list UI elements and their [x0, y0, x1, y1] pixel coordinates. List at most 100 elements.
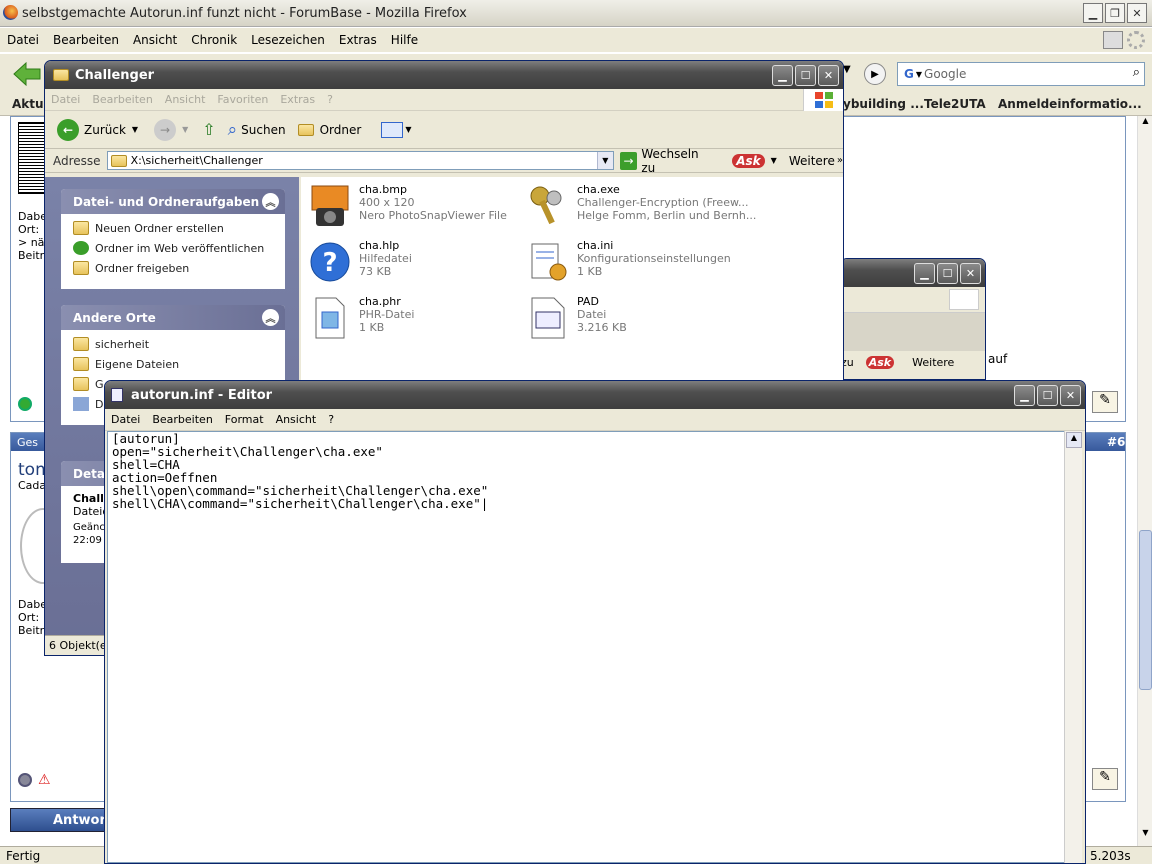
search-icon[interactable]: ⌕: [1133, 65, 1140, 80]
more-button[interactable]: Weitere: [789, 154, 835, 168]
chevron-icon[interactable]: »: [837, 155, 843, 166]
file-name: cha.phr: [359, 295, 401, 308]
reply-button[interactable]: Antwor: [10, 808, 106, 832]
menu-datei[interactable]: Datei: [111, 413, 140, 426]
minimize-icon[interactable]: ▁: [914, 263, 935, 284]
minimize-icon[interactable]: ▁: [1014, 385, 1035, 406]
ask-logo[interactable]: Ask: [865, 355, 895, 369]
toolbar-customize-icon[interactable]: [1103, 31, 1123, 49]
bookmark-item[interactable]: ybuilding ...: [843, 97, 924, 111]
back-dropdown-icon[interactable]: ▼: [132, 125, 138, 134]
scroll-up-icon[interactable]: ▲: [1066, 432, 1082, 448]
file-name: cha.hlp: [359, 239, 400, 252]
menu-datei[interactable]: Datei: [7, 33, 39, 47]
warning-icon[interactable]: ⚠: [38, 772, 54, 788]
menu-ansicht[interactable]: Ansicht: [165, 93, 206, 106]
file-item[interactable]: cha.bmp 400 x 120 Nero PhotoSnapViewer Fil…: [307, 183, 507, 229]
go-button[interactable]: Wechseln zu: [641, 147, 714, 175]
close-icon[interactable]: ✕: [818, 65, 839, 86]
file-item[interactable]: cha.phr PHR-Datei 1 KB: [307, 295, 414, 341]
file-item[interactable]: PAD Datei 3.216 KB: [525, 295, 627, 341]
bookmark-item[interactable]: Anmeldeinformatio...: [998, 97, 1142, 111]
edit-post-icon[interactable]: ✎: [1092, 768, 1118, 790]
address-input[interactable]: X:\sicherheit\Challenger ▼: [106, 151, 614, 170]
place-label: G: [95, 377, 104, 391]
views-dropdown-icon[interactable]: ▼: [405, 125, 411, 134]
search-button[interactable]: Suchen: [241, 123, 285, 137]
search-box[interactable]: G ▼ Google ⌕: [897, 62, 1145, 86]
close-icon[interactable]: ✕: [1060, 385, 1081, 406]
menu-bearbeiten[interactable]: Bearbeiten: [53, 33, 119, 47]
menu-ansicht[interactable]: Ansicht: [276, 413, 317, 426]
menu-ansicht[interactable]: Ansicht: [133, 33, 177, 47]
search-icon[interactable]: ⌕: [228, 120, 238, 140]
menu-bearbeiten[interactable]: Bearbeiten: [92, 93, 152, 106]
file-item[interactable]: cha.exe Challenger-Encryption (Freew... He…: [525, 183, 756, 229]
file-detail: Hilfedatei: [359, 252, 412, 265]
user-info-line: Ort:: [18, 223, 40, 236]
back-arrow-icon[interactable]: [12, 61, 42, 87]
place-my-documents[interactable]: Eigene Dateien: [61, 354, 285, 374]
menu-chronik[interactable]: Chronik: [191, 33, 237, 47]
task-new-folder[interactable]: Neuen Ordner erstellen: [61, 218, 285, 238]
search-input[interactable]: Google: [924, 67, 966, 81]
search-engine-dropdown-icon[interactable]: ▼: [916, 70, 922, 79]
menu-help[interactable]: ?: [327, 93, 333, 106]
views-icon[interactable]: [381, 121, 404, 138]
firefox-menu-bar: Datei Bearbeiten Ansicht Chronik Lesezei…: [0, 28, 1152, 52]
menu-format[interactable]: Format: [225, 413, 264, 426]
menu-favoriten[interactable]: Favoriten: [217, 93, 268, 106]
other-places-header[interactable]: Andere Orte ︽: [61, 305, 285, 330]
ask-dropdown-icon[interactable]: ▼: [771, 156, 777, 165]
close-icon[interactable]: ✕: [960, 263, 981, 284]
file-tasks-panel: Datei- und Ordneraufgaben ︽ Neuen Ordner…: [61, 189, 285, 289]
firefox-window-title: selbstgemachte Autorun.inf funzt nicht -…: [22, 5, 467, 21]
place-sicherheit[interactable]: sicherheit: [61, 334, 285, 354]
menu-lesezeichen[interactable]: Lesezeichen: [251, 33, 325, 47]
folders-button[interactable]: Ordner: [320, 123, 362, 137]
more-button[interactable]: Weitere: [912, 356, 954, 369]
collapse-icon[interactable]: ︽: [262, 309, 279, 326]
menu-datei[interactable]: Datei: [51, 93, 80, 106]
menu-extras[interactable]: Extras: [339, 33, 377, 47]
scroll-down-icon[interactable]: ▼: [1139, 828, 1152, 843]
post-number[interactable]: #6: [1107, 435, 1125, 449]
collapse-icon[interactable]: ︽: [262, 193, 279, 210]
forward-dropdown-icon[interactable]: ▼: [182, 125, 188, 134]
back-icon[interactable]: ←: [57, 118, 79, 141]
ask-logo[interactable]: Ask: [732, 153, 765, 168]
back-button[interactable]: Zurück: [84, 123, 126, 137]
go-icon[interactable]: ▶: [864, 63, 886, 85]
share-folder-icon: [73, 261, 89, 275]
dropdown-arrow-icon[interactable]: ▼: [843, 64, 857, 82]
scroll-thumb[interactable]: [1139, 530, 1152, 690]
page-scrollbar[interactable]: ▲ ▼: [1137, 116, 1152, 846]
minimize-icon[interactable]: ▁: [772, 65, 793, 86]
restore-icon[interactable]: ❐: [1105, 3, 1125, 23]
bookmark-item[interactable]: Tele2UTA: [924, 97, 986, 111]
forward-icon[interactable]: →: [154, 118, 177, 141]
scroll-up-icon[interactable]: ▲: [1139, 116, 1152, 131]
folders-icon[interactable]: [297, 123, 314, 136]
minimize-icon[interactable]: ▁: [1083, 3, 1103, 23]
menu-extras[interactable]: Extras: [280, 93, 315, 106]
maximize-icon[interactable]: ☐: [937, 263, 958, 284]
file-tasks-header[interactable]: Datei- und Ordneraufgaben ︽: [61, 189, 285, 214]
address-dropdown-icon[interactable]: ▼: [596, 152, 613, 169]
close-icon[interactable]: ✕: [1127, 3, 1147, 23]
task-share-folder[interactable]: Ordner freigeben: [61, 258, 285, 278]
explorer2-menu: [841, 287, 985, 313]
up-folder-icon[interactable]: ⇧: [202, 120, 215, 139]
go-arrow-icon[interactable]: →: [619, 151, 638, 170]
edit-post-icon[interactable]: ✎: [1092, 391, 1118, 413]
editor-scrollbar[interactable]: ▲: [1064, 431, 1082, 863]
task-publish-web[interactable]: Ordner im Web veröffentlichen: [61, 238, 285, 258]
menu-hilfe[interactable]: Hilfe: [391, 33, 418, 47]
maximize-icon[interactable]: ☐: [795, 65, 816, 86]
menu-help[interactable]: ?: [328, 413, 334, 426]
menu-bearbeiten[interactable]: Bearbeiten: [152, 413, 212, 426]
maximize-icon[interactable]: ☐: [1037, 385, 1058, 406]
file-item[interactable]: ? cha.hlp Hilfedatei 73 KB: [307, 239, 412, 285]
file-item[interactable]: cha.ini Konfigurationseinstellungen 1 KB: [525, 239, 731, 285]
editor-text-area[interactable]: [autorun] open="sicherheit\Challenger\ch…: [107, 431, 1065, 863]
